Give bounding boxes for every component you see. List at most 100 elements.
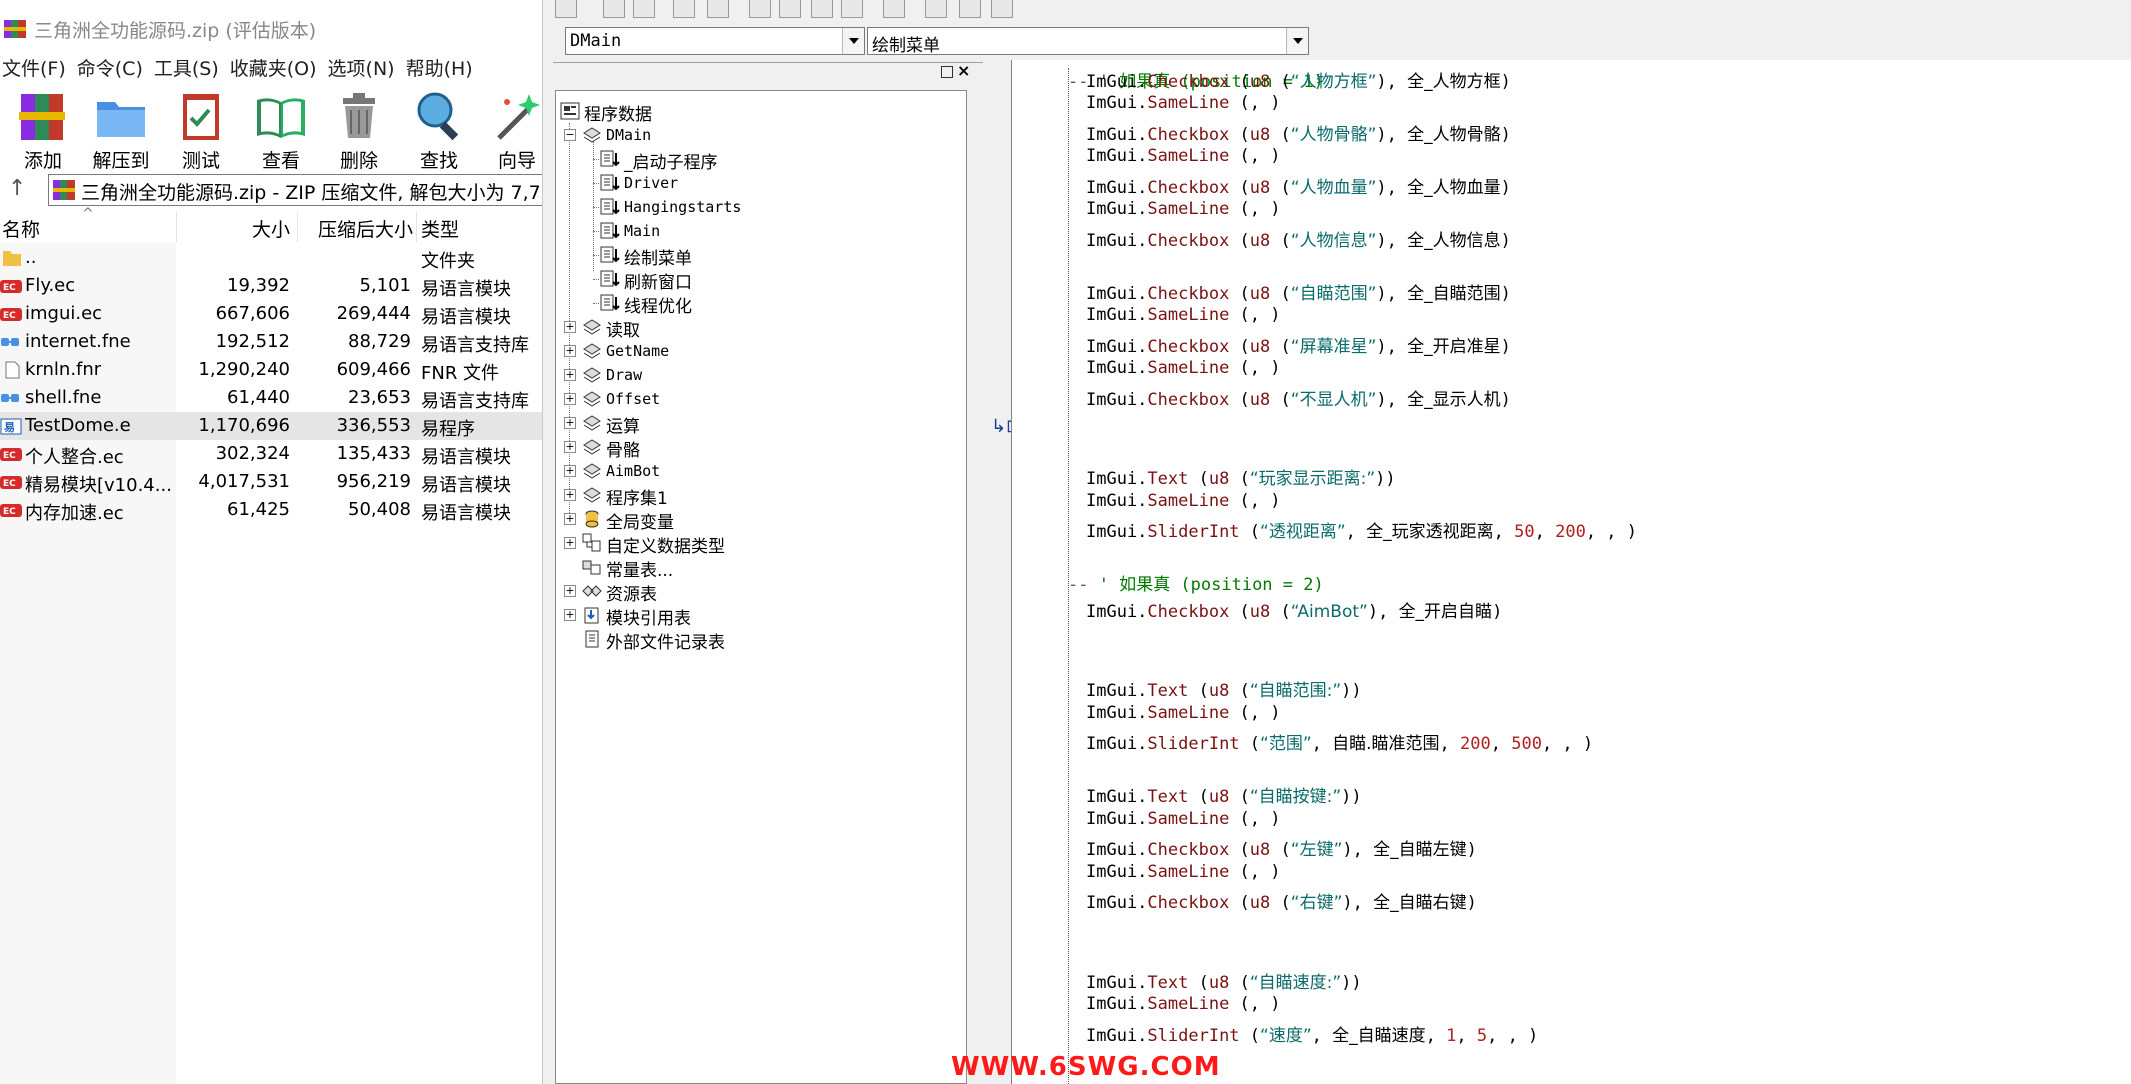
program-tree: 程序数据 − DMain _启动子程序 Driver Hangingstarts Ma…: [555, 90, 967, 1084]
code-line[interactable]: ImGui.Text (u8 (“自瞄范围:”)): [1086, 676, 1362, 702]
zip-archive-icon: [53, 180, 75, 200]
assembly-select[interactable]: DMain: [565, 27, 865, 55]
code-line[interactable]: ImGui.Checkbox (u8 (“人物骨骼”), 全_人物骨骼): [1086, 120, 1511, 146]
expand-icon[interactable]: +: [564, 585, 576, 597]
menu-favorites[interactable]: 收藏夹(O): [228, 52, 326, 80]
code-line[interactable]: ImGui.SameLine (, ): [1086, 358, 1281, 384]
align-top-icon[interactable]: [707, 0, 729, 18]
expand-icon[interactable]: +: [564, 393, 576, 405]
code-line[interactable]: ImGui.SameLine (, ): [1086, 199, 1281, 225]
file-row[interactable]: EC imgui.ec 667,606 269,444 易语言模块: [0, 300, 542, 328]
expand-icon[interactable]: +: [564, 321, 576, 333]
code-line[interactable]: ImGui.Checkbox (u8 (“不显人机”), 全_显示人机): [1086, 385, 1511, 411]
column-packed-size[interactable]: 压缩后大小: [318, 215, 413, 242]
file-row[interactable]: shell.fne 61,440 23,653 易语言支持库: [0, 384, 542, 412]
expand-icon[interactable]: +: [564, 465, 576, 477]
align-bottom-icon[interactable]: [779, 0, 801, 18]
code-line[interactable]: ImGui.SliderInt (“范围”, 自瞄.瞄准范围, 200, 500…: [1086, 729, 1593, 755]
add-button[interactable]: 添加: [6, 84, 80, 172]
file-row[interactable]: krnln.fnr 1,290,240 609,466 FNR 文件: [0, 356, 542, 384]
code-line[interactable]: ImGui.Checkbox (u8 (“AimBot”), 全_开启自瞄): [1086, 597, 1502, 623]
align-middle-icon[interactable]: [749, 0, 771, 18]
expand-icon[interactable]: +: [564, 489, 576, 501]
file-row[interactable]: EC Fly.ec 19,392 5,101 易语言模块: [0, 272, 542, 300]
delete-button[interactable]: 删除: [322, 84, 396, 172]
view-button[interactable]: 查看: [244, 84, 318, 172]
extract-to-button[interactable]: 解压到: [84, 84, 158, 172]
distribute-vertical-icon[interactable]: [841, 0, 863, 18]
align-right-icon[interactable]: [673, 0, 695, 18]
align-left-icon[interactable]: [603, 0, 625, 18]
chevron-down-icon[interactable]: [842, 28, 864, 54]
expand-icon[interactable]: +: [564, 369, 576, 381]
file-row[interactable]: EC 精易模块[v10.4.... 4,017,531 956,219 易语言模块: [0, 468, 542, 496]
column-name[interactable]: 名称: [2, 215, 40, 242]
expand-icon[interactable]: +: [564, 609, 576, 621]
menu-file[interactable]: 文件(F): [0, 52, 75, 80]
file-row[interactable]: EC 个人整合.ec 302,324 135,433 易语言模块: [0, 440, 542, 468]
menu-options[interactable]: 选项(N): [326, 52, 404, 80]
file-name: ..: [25, 247, 37, 268]
menu-tools[interactable]: 工具(S): [152, 52, 228, 80]
file-name: internet.fne: [25, 331, 131, 352]
code-line[interactable]: ImGui.SameLine (, ): [1086, 146, 1281, 172]
same-size-icon[interactable]: [991, 0, 1013, 18]
code-line[interactable]: ImGui.Checkbox (u8 (“人物信息”), 全_人物信息): [1086, 226, 1511, 252]
code-line[interactable]: ImGui.SliderInt (“透视距离”, 全_玩家透视距离, 50, 2…: [1086, 517, 1637, 543]
pin-icon[interactable]: [941, 66, 953, 78]
svg-text:EC: EC: [3, 507, 16, 517]
test-button[interactable]: 测试: [164, 84, 238, 172]
up-arrow-icon[interactable]: ↑: [8, 176, 26, 201]
file-row[interactable]: 易 TestDome.e 1,170,696 336,553 易程序: [0, 412, 542, 440]
expand-icon[interactable]: +: [564, 441, 576, 453]
code-line[interactable]: ImGui.Checkbox (u8 (“右键”), 全_自瞄右键): [1086, 888, 1477, 914]
code-line[interactable]: ImGui.Text (u8 (“自瞄按键:”)): [1086, 782, 1362, 808]
same-width-icon[interactable]: [925, 0, 947, 18]
close-icon[interactable]: ×: [957, 61, 970, 80]
expand-icon[interactable]: +: [564, 345, 576, 357]
menu-help[interactable]: 帮助(H): [404, 52, 482, 80]
distribute-horizontal-icon[interactable]: [811, 0, 833, 18]
file-row[interactable]: internet.fne 192,512 88,729 易语言支持库: [0, 328, 542, 356]
file-type: 易语言模块: [421, 475, 511, 496]
folder-extract-icon: [93, 88, 149, 144]
column-size[interactable]: 大小: [252, 215, 290, 242]
conditional-block-header[interactable]: -- ' 如果真 (position = 2): [1068, 570, 1324, 596]
expand-icon[interactable]: +: [564, 513, 576, 525]
file-row[interactable]: EC 内存加速.ec 61,425 50,408 易语言模块: [0, 496, 542, 524]
code-line[interactable]: ImGui.SameLine (, ): [1086, 491, 1281, 517]
find-button[interactable]: 查找: [402, 84, 476, 172]
collapse-icon[interactable]: −: [564, 129, 576, 141]
code-line[interactable]: ImGui.SameLine (, ): [1086, 703, 1281, 729]
code-line[interactable]: ImGui.Checkbox (u8 (“自瞄范围”), 全_自瞄范围): [1086, 279, 1511, 305]
expand-icon[interactable]: +: [564, 537, 576, 549]
code-line[interactable]: ImGui.SameLine (, ): [1086, 809, 1281, 835]
code-editor[interactable]: -- ' 如果真 (position = 1) -- ' 如果真 (positio…: [1011, 60, 2131, 1084]
code-line[interactable]: ImGui.Checkbox (u8 (“左键”), 全_自瞄左键): [1086, 835, 1477, 861]
wizard-button[interactable]: 向导: [480, 84, 542, 172]
code-line[interactable]: ImGui.Checkbox (u8 (“人物血量”), 全_人物血量): [1086, 173, 1511, 199]
align-center-icon[interactable]: [633, 0, 655, 18]
menu-commands[interactable]: 命令(C): [75, 52, 152, 80]
code-line[interactable]: ImGui.Checkbox (u8 (“人物方框”), 全_人物方框): [1086, 67, 1511, 93]
subroutine-select[interactable]: 绘制菜单: [867, 27, 1309, 56]
same-height-icon[interactable]: [959, 0, 981, 18]
svg-text:EC: EC: [3, 451, 16, 461]
sort-ascending-icon: ^: [82, 206, 94, 222]
code-line[interactable]: ImGui.Checkbox (u8 (“屏幕准星”), 全_开启准星): [1086, 332, 1511, 358]
code-line[interactable]: ImGui.SameLine (, ): [1086, 862, 1281, 888]
expand-icon[interactable]: +: [564, 417, 576, 429]
code-line[interactable]: ImGui.SameLine (, ): [1086, 93, 1281, 119]
code-line[interactable]: ImGui.SliderInt (“速度”, 全_自瞄速度, 1, 5, , ): [1086, 1021, 1538, 1047]
code-line[interactable]: ImGui.SameLine (, ): [1086, 994, 1281, 1020]
column-type[interactable]: 类型: [421, 215, 459, 242]
archive-path-field[interactable]: 三角洲全功能源码.zip - ZIP 压缩文件, 解包大小为 7,783,1: [48, 174, 542, 206]
chevron-down-icon[interactable]: [1286, 28, 1308, 54]
code-line[interactable]: ImGui.Text (u8 (“玩家显示距离:”)): [1086, 464, 1396, 490]
code-line[interactable]: ImGui.SameLine (, ): [1086, 305, 1281, 331]
subroutine-icon: [600, 245, 620, 265]
toolbar-button[interactable]: [555, 0, 577, 18]
file-row[interactable]: .. 文件夹: [0, 244, 542, 272]
same-width-icon[interactable]: [883, 0, 905, 18]
code-line[interactable]: ImGui.Text (u8 (“自瞄速度:”)): [1086, 968, 1362, 994]
